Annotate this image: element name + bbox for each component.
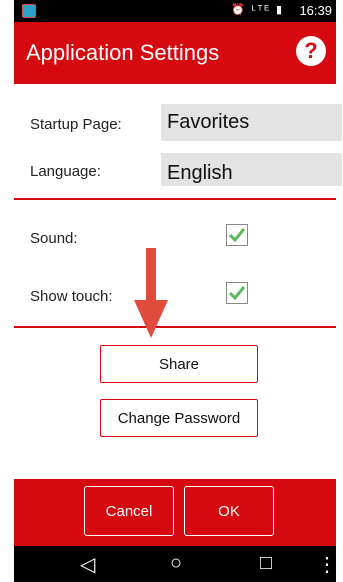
checkmark-icon bbox=[229, 228, 245, 242]
arrow-down-icon bbox=[134, 248, 168, 338]
cancel-button[interactable]: Cancel bbox=[84, 486, 174, 536]
language-label: Language: bbox=[30, 163, 101, 180]
show-touch-label: Show touch: bbox=[30, 288, 113, 305]
ok-button[interactable]: OK bbox=[184, 486, 274, 536]
status-bar: ⏰ ᴸᵀᴱ ▮ 16:39 bbox=[14, 0, 336, 22]
show-touch-row: Show touch: bbox=[14, 278, 336, 313]
help-button[interactable]: ? bbox=[296, 36, 326, 66]
startup-page-row: Startup Page: Favorites bbox=[14, 104, 342, 144]
page-title: Application Settings bbox=[26, 40, 220, 65]
startup-page-label: Startup Page: bbox=[30, 116, 122, 133]
startup-page-select[interactable]: Favorites bbox=[161, 104, 342, 141]
back-icon[interactable]: ◁ bbox=[80, 552, 95, 577]
title-bar: Application Settings ? bbox=[14, 22, 336, 84]
navigation-bar: ◁ ○ □ ⋮ bbox=[14, 546, 337, 582]
recents-icon[interactable]: □ bbox=[260, 552, 272, 575]
checkmark-icon bbox=[229, 286, 245, 300]
sound-row: Sound: bbox=[14, 220, 336, 255]
status-icons: ⏰ ᴸᵀᴱ ▮ bbox=[231, 4, 284, 16]
app-notification-icon bbox=[22, 4, 36, 18]
share-button[interactable]: Share bbox=[100, 345, 258, 383]
sound-checkbox[interactable] bbox=[226, 224, 248, 246]
show-touch-checkbox[interactable] bbox=[226, 282, 248, 304]
overflow-menu-icon[interactable]: ⋮ bbox=[317, 552, 337, 577]
change-password-button[interactable]: Change Password bbox=[100, 399, 258, 437]
language-select[interactable]: English bbox=[161, 153, 342, 186]
section-divider bbox=[14, 198, 336, 200]
section-divider bbox=[14, 326, 336, 328]
app-screen: ⏰ ᴸᵀᴱ ▮ 16:39 Application Settings ? Sta… bbox=[0, 0, 343, 582]
home-icon[interactable]: ○ bbox=[170, 552, 182, 575]
status-time: 16:39 bbox=[299, 3, 332, 18]
language-row: Language: English bbox=[14, 153, 342, 188]
sound-label: Sound: bbox=[30, 230, 78, 247]
footer-bar: Cancel OK bbox=[14, 479, 336, 546]
